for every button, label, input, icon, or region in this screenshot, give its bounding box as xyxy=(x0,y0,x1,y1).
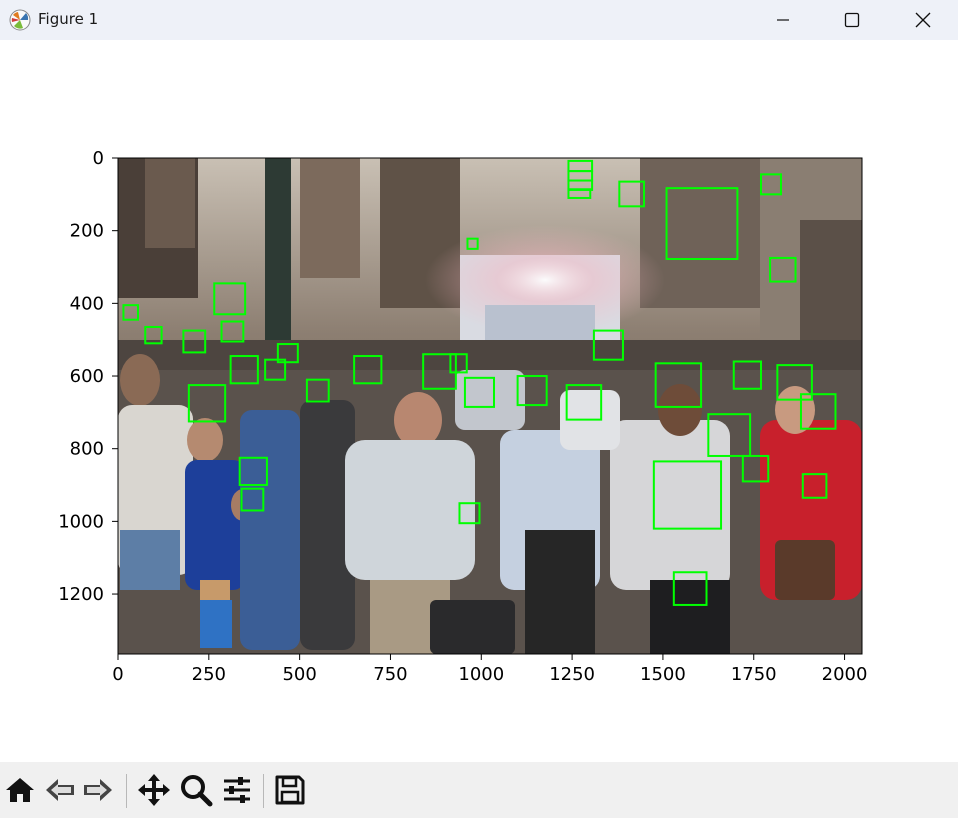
y-tick-label: 800 xyxy=(70,439,104,460)
x-axis-ticks: 0 250 500 750 1000 1250 1500 1750 2000 xyxy=(112,654,867,685)
back-arrow-icon xyxy=(44,774,76,810)
window-title: Figure 1 xyxy=(38,10,99,28)
plot-svg: 0 250 500 750 1000 1250 1500 1750 2000 0 200 400 60… xyxy=(58,148,867,685)
x-tick-label: 750 xyxy=(373,664,407,685)
sliders-icon xyxy=(221,774,253,810)
back-button[interactable] xyxy=(42,774,78,810)
close-icon xyxy=(915,12,931,28)
x-tick-label: 1000 xyxy=(458,664,504,685)
y-tick-label: 0 xyxy=(93,148,104,169)
zoom-button[interactable] xyxy=(178,774,214,810)
y-axis-ticks: 0 200 400 600 800 1000 1200 xyxy=(58,148,118,605)
y-tick-label: 1000 xyxy=(58,511,104,532)
matplotlib-logo-icon xyxy=(9,9,31,31)
y-tick-label: 1200 xyxy=(58,584,104,605)
navigation-toolbar xyxy=(0,762,958,818)
x-tick-label: 0 xyxy=(112,664,123,685)
x-tick-label: 250 xyxy=(192,664,226,685)
x-tick-label: 500 xyxy=(282,664,316,685)
minimize-button[interactable] xyxy=(760,0,806,40)
close-button[interactable] xyxy=(900,0,946,40)
toolbar-separator xyxy=(126,774,127,808)
forward-arrow-icon xyxy=(82,774,114,810)
save-button[interactable] xyxy=(272,774,308,810)
maximize-icon xyxy=(844,12,860,28)
minimize-icon xyxy=(776,13,790,27)
home-icon xyxy=(4,774,36,810)
x-tick-label: 2000 xyxy=(822,664,868,685)
y-tick-label: 400 xyxy=(70,293,104,314)
figure-canvas[interactable]: 0 250 500 750 1000 1250 1500 1750 2000 0 200 400 60… xyxy=(0,40,958,762)
move-icon xyxy=(137,773,171,811)
y-tick-label: 600 xyxy=(70,366,104,387)
y-tick-label: 200 xyxy=(70,221,104,242)
maximize-button[interactable] xyxy=(829,0,875,40)
x-tick-label: 1750 xyxy=(731,664,777,685)
toolbar-separator xyxy=(263,774,264,808)
window-titlebar: Figure 1 xyxy=(0,0,958,40)
home-button[interactable] xyxy=(2,774,38,810)
x-tick-label: 1500 xyxy=(640,664,686,685)
configure-subplots-button[interactable] xyxy=(219,774,255,810)
pan-button[interactable] xyxy=(136,774,172,810)
x-tick-label: 1250 xyxy=(549,664,595,685)
floppy-disk-icon xyxy=(274,774,306,810)
forward-button[interactable] xyxy=(80,774,116,810)
magnifier-icon xyxy=(179,773,213,811)
